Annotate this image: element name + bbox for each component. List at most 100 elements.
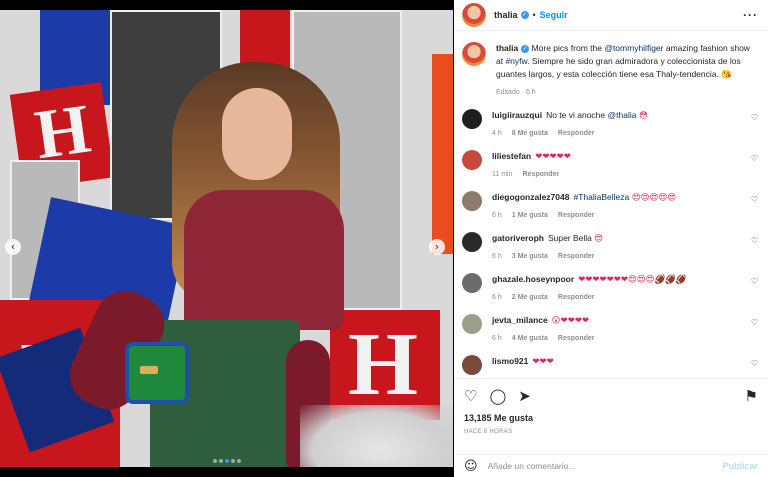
orange-tile [432, 54, 453, 254]
comment-emoji: 😳 [636, 111, 649, 121]
comment-username[interactable]: liliestefan [492, 151, 531, 161]
comment-meta: 4 h 8 Me gusta Responder [492, 128, 742, 140]
caption-hashtag[interactable]: #nyfw [505, 56, 527, 66]
comment-time: 6 h [492, 212, 502, 219]
avatar[interactable] [462, 150, 482, 170]
avatar[interactable] [462, 3, 486, 27]
comment-icon[interactable]: ◯ [489, 387, 506, 405]
comment-text: Super Bella [547, 233, 595, 243]
comment-time: 6 h [492, 253, 502, 260]
comment-item: liliestefan ❤❤❤❤❤ 11 min Responder ♡ [454, 150, 768, 181]
avatar[interactable] [462, 191, 482, 211]
carousel-dot [236, 459, 241, 463]
comment-likes[interactable]: 3 Me gusta [512, 253, 548, 260]
comment-like-icon[interactable]: ♡ [751, 318, 758, 327]
comment-likes[interactable]: 8 Me gusta [512, 130, 548, 137]
comment-like-icon[interactable]: ♡ [751, 113, 758, 122]
comment-username[interactable]: luigiirauzqui [492, 110, 542, 120]
publish-button[interactable]: Publicar [722, 461, 758, 471]
comment-like-icon[interactable]: ♡ [751, 154, 758, 163]
comment-item: gatoriveroph Super Bella 😍 6 h 3 Me gusta Re… [454, 232, 768, 263]
comment-like-icon[interactable]: ♡ [751, 236, 758, 245]
comment-username[interactable]: ghazale.hoseynpoor [492, 274, 574, 284]
comment-item: luigiirauzqui No te vi anoche @thalia 😳 4 … [454, 109, 768, 140]
post-time: HACE 6 HORAS [464, 429, 513, 435]
comment-meta: 6 h 4 Me gusta Responder [492, 333, 742, 345]
carousel-dot [212, 459, 217, 463]
likes-count[interactable]: 13,185 Me gusta [464, 413, 758, 423]
comment-time: 11 min [492, 171, 513, 178]
post-image[interactable]: H H H ‹ › [0, 10, 453, 467]
caption-meta: Editado · 6 h [496, 89, 536, 96]
reply-button[interactable]: Responder [558, 335, 595, 342]
comment-emoji: 😮❤❤❤❤ [551, 316, 590, 326]
avatar[interactable] [462, 109, 482, 129]
add-comment-bar: ☺ Publicar [454, 454, 768, 477]
comment-username[interactable]: lismo921 [492, 356, 528, 366]
more-icon[interactable]: ··· [743, 8, 758, 22]
carousel-dot [224, 459, 229, 463]
caption-mention[interactable]: @tommyhilfiger [604, 43, 663, 53]
reply-button[interactable]: Responder [558, 212, 595, 219]
comment-input[interactable] [487, 461, 723, 471]
avatar[interactable] [462, 355, 482, 375]
person-face [222, 88, 292, 180]
comment-time: 4 h [492, 130, 502, 137]
comment-likes[interactable]: 4 Me gusta [512, 335, 548, 342]
comment-username[interactable]: jevta_milance [492, 315, 548, 325]
red-tile: H [330, 310, 440, 420]
save-icon[interactable]: ⚑ [745, 387, 758, 405]
caption-username[interactable]: thalia [496, 43, 518, 53]
like-icon[interactable]: ♡ [464, 387, 477, 405]
caption-text: More pics from the [529, 43, 605, 53]
reply-button[interactable]: Responder [558, 294, 595, 301]
comment-item: lismo921 ❤❤❤ ♡ [454, 355, 768, 375]
carousel-dot [230, 459, 235, 463]
comment-item: ghazale.hoseynpoor ❤❤❤❤❤❤❤😍😍😍🏈🏈🏈 6 h 2 Me g… [454, 273, 768, 304]
avatar[interactable] [462, 273, 482, 293]
comment-like-icon[interactable]: ♡ [751, 359, 758, 368]
separator-dot: • [532, 10, 536, 20]
verified-icon: ✓ [521, 44, 530, 53]
comment-like-icon[interactable]: ♡ [751, 277, 758, 286]
share-icon[interactable]: ➤ [518, 387, 531, 405]
comment-meta: 11 min Responder [492, 169, 742, 181]
comment-meta: 6 h 2 Me gusta Responder [492, 292, 742, 304]
comment-text: No te vi anoche [546, 110, 608, 120]
caption-text: . Siempre he sido gran admiradora y cole… [496, 56, 741, 79]
avatar[interactable] [462, 232, 482, 252]
verified-icon: ✓ [520, 11, 529, 19]
comment-mention[interactable]: #ThaliaBelleza [573, 192, 629, 202]
comment-username[interactable]: diegogonzalez7048 [492, 192, 569, 202]
avatar[interactable] [462, 314, 482, 334]
comment-likes[interactable]: 1 Me gusta [512, 212, 548, 219]
reply-button[interactable]: Responder [558, 130, 595, 137]
carousel-next-button[interactable]: › [429, 239, 445, 255]
post-sidebar: thalia ✓ • Seguir ··· thalia ✓ More pics … [454, 0, 768, 477]
post-header: thalia ✓ • Seguir ··· [454, 0, 768, 31]
comment-emoji: 😍 [594, 234, 604, 244]
comment-username[interactable]: gatoriveroph [492, 233, 544, 243]
carousel-indicator [0, 455, 453, 465]
avatar[interactable] [462, 42, 486, 66]
comments-scroll[interactable]: thalia ✓ More pics from the @tommyhilfige… [454, 32, 768, 377]
reply-button[interactable]: Responder [558, 253, 595, 260]
reply-button[interactable]: Responder [523, 171, 560, 178]
handbag-clasp [140, 366, 158, 374]
comment-time: 6 h [492, 335, 502, 342]
action-bar: ♡ ◯ ➤ ⚑ 13,185 Me gusta HACE 6 HORAS [454, 378, 768, 435]
comment-emoji: ❤❤❤❤❤ [535, 152, 571, 162]
comment-mention[interactable]: @thalia [608, 110, 637, 120]
emoji-icon[interactable]: ☺ [464, 459, 478, 474]
comment-item: jevta_milance 😮❤❤❤❤ 6 h 4 Me gusta Responder… [454, 314, 768, 345]
comment-item: diegogonzalez7048 #ThaliaBelleza 😍😍😍😍😍 6 h… [454, 191, 768, 222]
comment-emoji: ❤❤❤ [532, 357, 554, 367]
comment-meta: 6 h 3 Me gusta Responder [492, 251, 742, 263]
comment-like-icon[interactable]: ♡ [751, 195, 758, 204]
follow-button[interactable]: Seguir [540, 10, 568, 20]
header-username[interactable]: thalia [494, 10, 518, 20]
caption: thalia ✓ More pics from the @tommyhilfige… [454, 32, 768, 99]
comment-meta: 6 h 1 Me gusta Responder [492, 210, 742, 222]
carousel-prev-button[interactable]: ‹ [5, 239, 21, 255]
comment-likes[interactable]: 2 Me gusta [512, 294, 548, 301]
